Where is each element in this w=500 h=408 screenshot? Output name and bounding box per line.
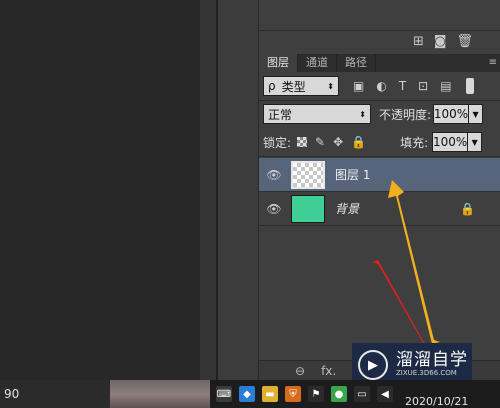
filter-icons: ▣ ◐ T ⊡ ▤ — [353, 79, 452, 93]
lock-brush-icon[interactable]: ✎ — [315, 135, 325, 149]
layer-row[interactable]: 👁 图层 1 — [259, 158, 500, 192]
filter-row: ρ 类型 ⬍ ▣ ◐ T ⊡ ▤ — [263, 76, 499, 96]
taskbar-left-text: 90 — [0, 380, 110, 408]
pixel-filter-icon[interactable]: ▣ — [353, 79, 364, 93]
tab-paths[interactable]: 路径 — [337, 54, 376, 72]
taskbar: 90 ⌨ ◆ ▬ ⛨ ⚑ ● ▭ ◀ 2020/10/21 — [0, 380, 500, 408]
eye-icon[interactable]: 👁 — [259, 168, 289, 182]
tray-icons: ⌨ ◆ ▬ ⛨ ⚑ ● ▭ ◀ — [216, 386, 393, 402]
watermark-title: 溜溜自学 — [396, 350, 468, 371]
layer-name: 图层 1 — [335, 168, 371, 182]
divider — [259, 100, 500, 101]
wechat-icon[interactable]: ● — [331, 386, 347, 402]
watermark-url: ZIXUE.3D66.COM — [396, 369, 457, 378]
smart-object-filter-icon[interactable]: ▤ — [440, 79, 451, 93]
fx-button[interactable]: fx. — [321, 364, 336, 378]
cube-icon[interactable]: ◆ — [239, 386, 255, 402]
lock-row: 锁定: ✎ ✥ 🔒 填充: 100% ▼ — [263, 132, 499, 152]
opacity-label: 不透明度: — [379, 107, 432, 122]
panel-menu-icon[interactable]: ≡ — [489, 54, 500, 72]
link-icon[interactable]: ⊖ — [295, 364, 305, 378]
filter-toggle[interactable] — [465, 78, 474, 94]
blend-mode-value: 正常 — [268, 107, 293, 122]
eye-icon[interactable]: 👁 — [259, 202, 289, 216]
canvas-strip — [200, 0, 216, 380]
taskbar-clock[interactable]: 2020/10/21 — [405, 381, 468, 408]
layer-name: 背景 — [335, 202, 360, 216]
fill-label: 填充: — [400, 135, 429, 150]
divider — [259, 156, 500, 157]
layers-panel: ⊞ ◙ 🗑 图层 通道 路径 ≡ ρ 类型 ⬍ ▣ ◐ T ⊡ ▤ 正常 ⬍ 不… — [258, 0, 500, 380]
shield-icon[interactable]: ⛨ — [285, 386, 301, 402]
fill-field[interactable]: 100% — [432, 132, 469, 152]
lock-all-icon[interactable]: 🔒 — [351, 135, 366, 149]
chevron-down-icon: ⬍ — [327, 81, 334, 91]
lock-icon: 🔒 — [460, 201, 475, 216]
fill-dropdown-button[interactable]: ▼ — [468, 132, 483, 152]
new-folder-icon[interactable]: ⊞ — [413, 35, 424, 48]
taskbar-thumbnail[interactable] — [110, 380, 210, 408]
layer-thumbnail — [291, 194, 325, 223]
canvas-area[interactable] — [0, 0, 200, 380]
opacity-dropdown-button[interactable]: ▼ — [469, 104, 484, 124]
lock-move-icon[interactable]: ✥ — [333, 135, 343, 149]
network-icon[interactable]: ▭ — [354, 386, 370, 402]
volume-icon[interactable]: ◀ — [377, 386, 393, 402]
adjustment-filter-icon[interactable]: ◐ — [376, 79, 386, 93]
search-icon: ρ — [268, 79, 276, 93]
lock-icons: ✎ ✥ 🔒 — [297, 135, 366, 149]
panel-mini-toolbar: ⊞ ◙ 🗑 — [259, 30, 500, 52]
folder-icon[interactable]: ▬ — [262, 386, 278, 402]
panel-gap — [216, 0, 258, 380]
lock-label: 锁定: — [263, 135, 292, 150]
opacity-field[interactable]: 100% — [433, 104, 470, 124]
lock-transparent-icon[interactable] — [297, 137, 308, 147]
blend-mode-select[interactable]: 正常 ⬍ — [263, 104, 371, 124]
type-filter-icon[interactable]: T — [399, 79, 406, 93]
keyboard-icon[interactable]: ⌨ — [216, 386, 232, 402]
filter-kind-select[interactable]: ρ 类型 ⬍ — [263, 76, 339, 96]
play-logo-icon: ▶ — [358, 350, 388, 380]
flag-icon[interactable]: ⚑ — [308, 386, 324, 402]
filter-kind-label: 类型 — [281, 79, 306, 94]
blend-row: 正常 ⬍ 不透明度: 100% ▼ — [263, 104, 499, 124]
tab-layers[interactable]: 图层 — [259, 54, 298, 72]
vertical-divider — [216, 0, 218, 380]
shape-filter-icon[interactable]: ⊡ — [418, 79, 428, 93]
tab-channels[interactable]: 通道 — [298, 54, 337, 72]
layer-row[interactable]: 👁 背景 🔒 — [259, 192, 500, 226]
panel-tabs: 图层 通道 路径 ≡ — [259, 54, 500, 72]
layer-thumbnail — [291, 160, 325, 189]
camera-icon[interactable]: ◙ — [434, 35, 447, 48]
chevron-down-icon: ⬍ — [359, 109, 366, 119]
trash-icon[interactable]: 🗑 — [456, 35, 473, 48]
